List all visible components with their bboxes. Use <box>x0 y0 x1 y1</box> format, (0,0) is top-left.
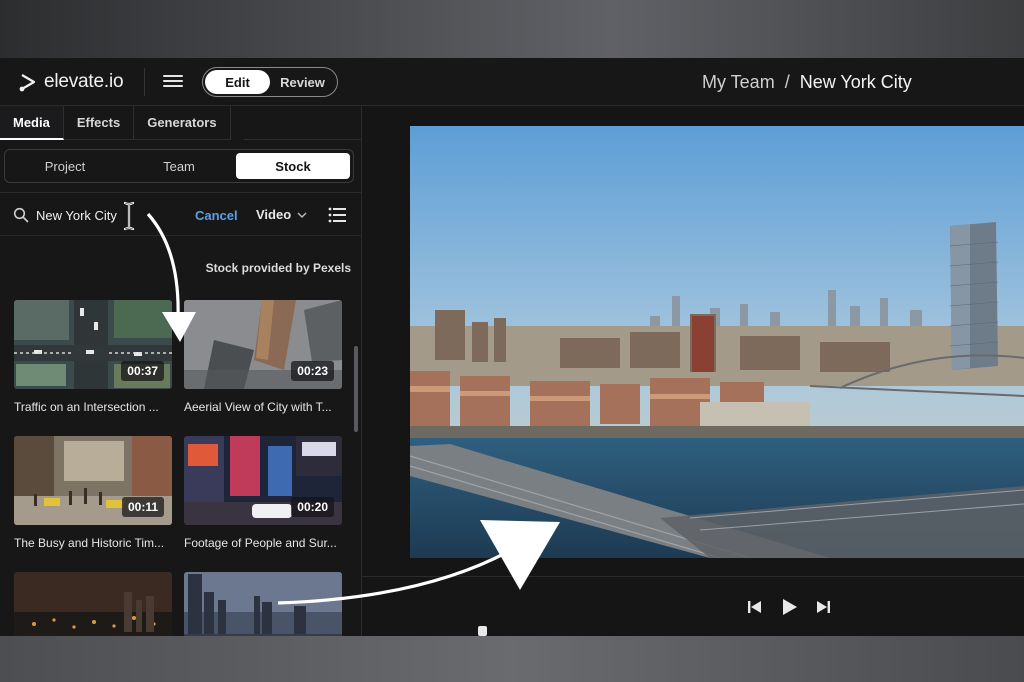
media-type-dropdown[interactable]: Video <box>256 207 307 222</box>
cancel-search-button[interactable]: Cancel <box>195 208 238 223</box>
chevron-down-icon <box>297 212 307 218</box>
result-card[interactable]: 00:11 The Busy and Historic Tim... <box>14 436 172 550</box>
app-window: elevate.io Edit Review My Team / New Yor… <box>0 58 1024 636</box>
logo[interactable]: elevate.io <box>18 71 124 93</box>
result-title: Footage of People and Sur... <box>184 536 337 550</box>
breadcrumb-current: New York City <box>799 72 912 92</box>
media-type-label: Video <box>256 207 292 222</box>
segment-stock[interactable]: Stock <box>236 153 350 179</box>
hamburger-menu-icon[interactable] <box>163 72 183 92</box>
skip-back-icon[interactable] <box>746 598 764 616</box>
tab-effects[interactable]: Effects <box>63 106 135 140</box>
result-card[interactable] <box>184 572 342 636</box>
stock-attribution: Stock provided by Pexels <box>205 261 351 275</box>
result-card[interactable]: 00:37 Traffic on an Intersection ... <box>14 300 172 414</box>
result-title: Aeerial View of City with T... <box>184 400 332 414</box>
result-thumbnail <box>14 572 172 636</box>
result-card[interactable] <box>14 572 172 636</box>
result-card[interactable]: 00:20 Footage of People and Sur... <box>184 436 342 550</box>
result-thumbnail: 00:20 <box>184 436 342 525</box>
search-icon <box>13 207 29 223</box>
text-cursor-icon <box>123 201 135 231</box>
result-thumbnail: 00:23 <box>184 300 342 389</box>
breadcrumb: My Team / New York City <box>702 72 912 93</box>
app-header: elevate.io Edit Review My Team / New Yor… <box>0 58 1024 106</box>
skip-forward-icon[interactable] <box>814 598 832 616</box>
breadcrumb-parent[interactable]: My Team <box>702 72 775 93</box>
tab-underline <box>244 139 362 140</box>
tab-media[interactable]: Media <box>0 106 64 140</box>
result-title: The Busy and Historic Tim... <box>14 536 165 550</box>
results-scrollbar[interactable] <box>354 346 358 432</box>
result-card[interactable]: 00:23 Aeerial View of City with T... <box>184 300 342 414</box>
duration-badge: 00:20 <box>291 497 334 517</box>
background-top <box>0 0 1024 58</box>
edit-review-toggle: Edit Review <box>202 67 338 97</box>
background-bottom <box>0 636 1024 682</box>
header-divider <box>144 68 145 96</box>
duration-badge: 00:23 <box>291 361 334 381</box>
search-bar: Cancel Video <box>0 192 361 236</box>
segment-team[interactable]: Team <box>122 153 236 179</box>
search-input[interactable] <box>36 204 126 226</box>
tab-generators[interactable]: Generators <box>134 106 231 140</box>
logo-text: elevate.io <box>44 71 124 92</box>
timeline-drag-handle[interactable] <box>478 626 487 636</box>
controls-divider <box>362 576 1024 577</box>
duration-badge: 00:11 <box>121 497 164 517</box>
duration-badge: 00:37 <box>121 361 164 381</box>
play-icon[interactable] <box>780 598 798 616</box>
video-preview[interactable] <box>410 126 1024 558</box>
media-panel: Media Effects Generators Project Team St… <box>0 106 362 636</box>
panel-tabs: Media Effects Generators <box>0 106 231 140</box>
segment-project[interactable]: Project <box>8 153 122 179</box>
result-thumbnail <box>184 572 342 636</box>
result-thumbnail: 00:11 <box>14 436 172 525</box>
mode-edit-button[interactable]: Edit <box>205 70 270 94</box>
playback-controls <box>746 598 832 616</box>
source-segmented-control: Project Team Stock <box>4 149 354 183</box>
mode-review-button[interactable]: Review <box>270 70 335 94</box>
logo-icon <box>19 74 36 92</box>
preview-area <box>362 106 1024 636</box>
list-view-icon[interactable] <box>328 207 346 223</box>
result-thumbnail: 00:37 <box>14 300 172 389</box>
breadcrumb-separator: / <box>784 72 790 92</box>
result-title: Traffic on an Intersection ... <box>14 400 159 414</box>
